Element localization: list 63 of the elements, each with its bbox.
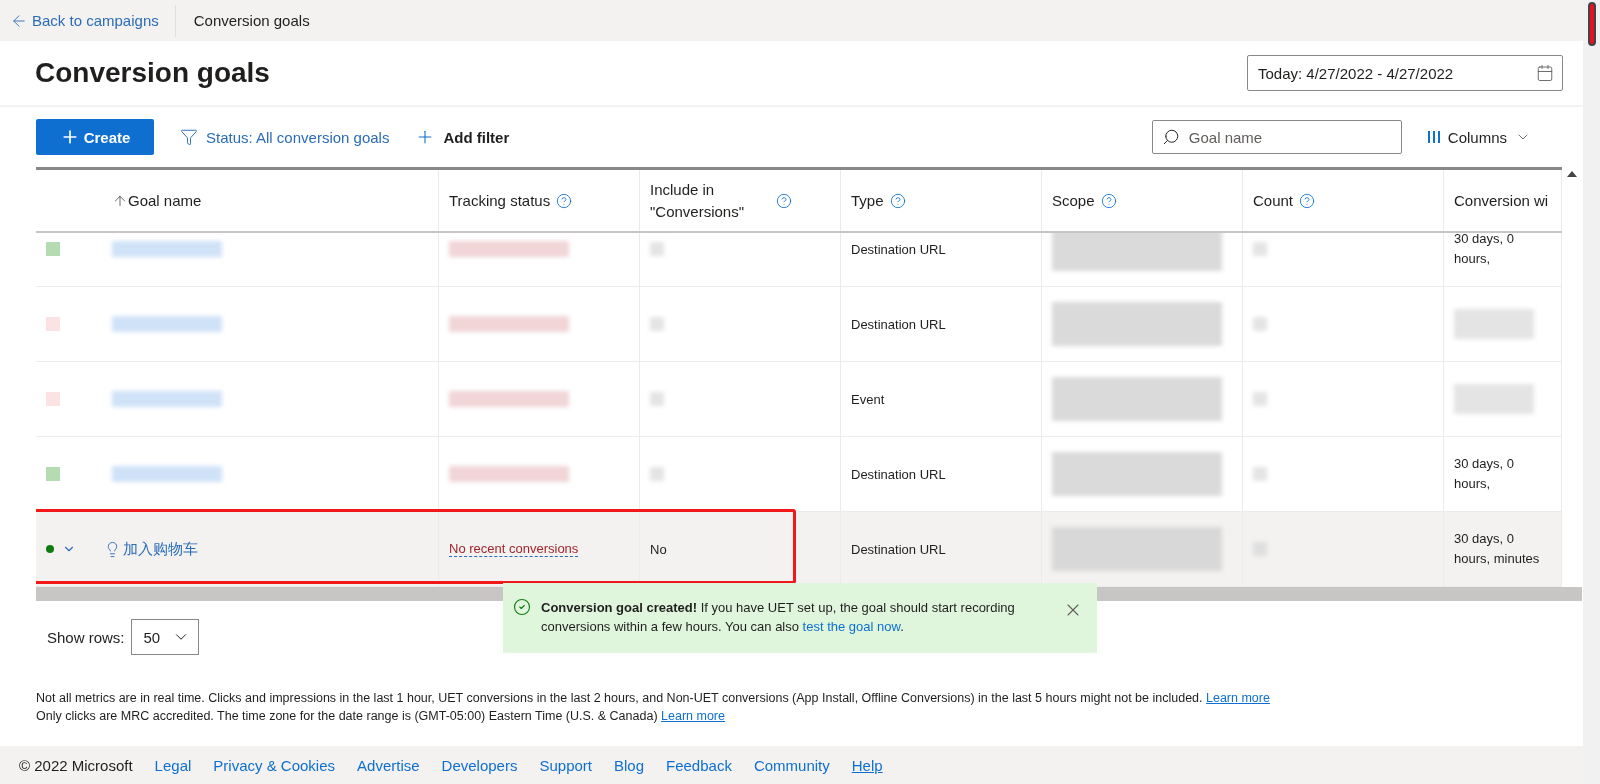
help-icon[interactable] (556, 192, 573, 209)
goal-name-link[interactable]: 加入购物车 (104, 539, 198, 559)
column-header[interactable]: Tracking status (439, 170, 640, 231)
columns-button[interactable]: Columns (1427, 128, 1531, 146)
learn-more-link[interactable]: Learn more (1206, 691, 1270, 705)
scroll-up-icon[interactable] (1567, 171, 1577, 177)
footer-link[interactable]: Feedback (666, 756, 732, 774)
footer-link[interactable]: Help (851, 756, 883, 774)
tracking-status-link[interactable]: No recent conversions (449, 541, 579, 557)
footer-link[interactable]: Legal (154, 756, 192, 774)
blurred-text (1253, 467, 1267, 481)
conversion-window-text: 30 days, 0 hours, (1454, 233, 1515, 268)
search-field[interactable]: Goal name (1151, 120, 1402, 154)
column-header[interactable]: Count (1243, 170, 1444, 231)
column-header[interactable]: Type (841, 170, 1042, 231)
date-range-picker[interactable]: Today: 4/27/2022 - 4/27/2022 (1247, 55, 1563, 91)
blurred-text (650, 467, 664, 481)
back-link[interactable]: Back to campaigns (0, 4, 176, 37)
disclaimer-text: Only clicks are MRC accredited. The time zone for the date range is (GMT-05:00) Eastern Time (U.S. & Canada) Learn more (36, 708, 726, 725)
help-icon[interactable] (776, 192, 792, 209)
toast-message: Conversion goal created! If you have UET set up, the goal should start recording conversions within a few hours. You can also test the goal now. (541, 599, 1016, 636)
footer-link[interactable]: Privacy & Cookies (213, 756, 336, 774)
footer-link[interactable]: Advertise (357, 756, 420, 774)
help-icon[interactable] (889, 192, 906, 209)
type-text: Destination URL (851, 541, 946, 557)
conversion-window-text: 30 days, 0 hours, minutes (1454, 530, 1541, 568)
footer-link[interactable]: Developers (441, 756, 518, 774)
conversion-window-text: 30 days, 0 hours, (1454, 455, 1515, 493)
blurred-text (650, 317, 664, 331)
status-filter-button[interactable]: Status: All conversion goals (180, 128, 390, 146)
column-header[interactable]: Include in "Conversions" (640, 170, 841, 231)
help-icon[interactable] (1100, 192, 1117, 209)
add-filter-button[interactable]: Add filter (415, 127, 510, 147)
include-text: No (650, 541, 667, 557)
filter-icon (180, 128, 198, 146)
create-button[interactable]: Create (36, 119, 154, 155)
blurred-text (1253, 242, 1267, 256)
breadcrumb-text: Conversion goals (192, 12, 310, 29)
type-text: Event (851, 391, 885, 407)
type-text: Destination URL (851, 241, 946, 257)
check-circle-icon (513, 598, 531, 616)
copyright-text: © 2022 Microsoft (19, 756, 133, 774)
learn-more-link[interactable]: Learn more (661, 709, 725, 723)
page-scrollbar-thumb[interactable] (1587, 2, 1596, 46)
type-text: Destination URL (851, 466, 946, 482)
disclaimer-text: Not all metrics are in real time. Clicks and impressions in the last 1 hour, UET conversions in the last 2 hours, and Non-UET conversions (App Install, Offline Conversions) in the last 5 hours might not be included. Learn more (36, 690, 1271, 707)
column-header[interactable]: Goal name (36, 170, 439, 231)
footer-link[interactable]: Blog (614, 756, 644, 774)
blurred-text (650, 242, 664, 256)
page-title: Conversion goals (35, 57, 270, 89)
column-header[interactable]: Scope (1042, 170, 1243, 231)
footer-link[interactable]: Support (539, 756, 592, 774)
footer-link[interactable]: Community (753, 756, 830, 774)
help-icon[interactable] (1299, 192, 1316, 209)
blurred-text (650, 392, 664, 406)
blurred-text (1253, 317, 1267, 331)
type-text: Destination URL (851, 316, 946, 332)
show-rows-label: Show rows: (47, 628, 125, 646)
calendar-icon (1536, 64, 1554, 82)
search-icon (1161, 128, 1180, 146)
columns-icon (1427, 130, 1440, 144)
blurred-text (1253, 392, 1267, 406)
rows-per-page-select[interactable]: 50 (130, 619, 199, 655)
